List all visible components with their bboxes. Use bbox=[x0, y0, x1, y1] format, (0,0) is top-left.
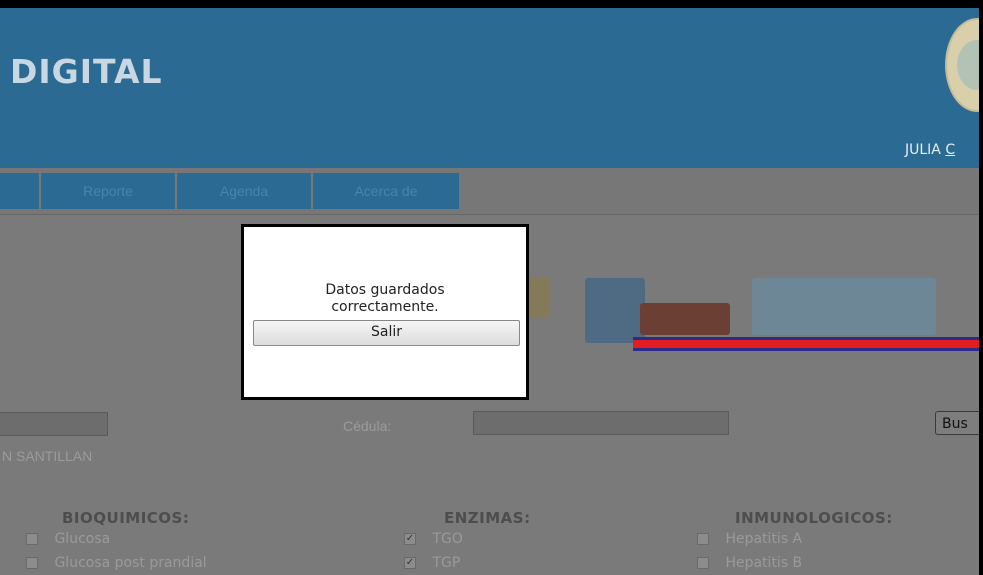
nav-bar: Reporte Agenda Acerca de bbox=[0, 168, 979, 215]
nav-item-hidden[interactable] bbox=[0, 173, 41, 209]
app-window: DIGITAL JULIA C Reporte Agenda Acerca de… bbox=[0, 0, 983, 575]
check-glucosa-post-prandial[interactable]: . Glucosa post prandial bbox=[26, 555, 207, 571]
check-glucosa[interactable]: . Glucosa bbox=[26, 531, 110, 547]
microscope-image bbox=[585, 278, 645, 343]
user-link[interactable]: C bbox=[945, 142, 955, 158]
dialog-message-line1: Datos guardados bbox=[325, 282, 445, 298]
user-name: JULIA bbox=[905, 142, 941, 158]
section-bioquimicos: BIOQUIMICOS: bbox=[62, 509, 190, 527]
check-label: TGP bbox=[432, 555, 461, 571]
banner-accent-bar bbox=[633, 337, 979, 351]
check-hepatitis-b[interactable]: . Hepatitis B bbox=[697, 555, 802, 571]
checkbox-checked[interactable]: ✓ bbox=[404, 557, 416, 569]
check-hepatitis-a[interactable]: . Hepatitis A bbox=[697, 531, 802, 547]
logo-emblem bbox=[957, 40, 979, 90]
checkbox[interactable] bbox=[697, 533, 709, 545]
lab-tubes-image bbox=[640, 303, 730, 335]
dialog-message: Datos guardados correctamente. bbox=[244, 282, 526, 316]
nav-item-reporte[interactable]: Reporte bbox=[41, 173, 177, 209]
checkbox[interactable] bbox=[26, 557, 38, 569]
success-dialog: Datos guardados correctamente. Salir bbox=[241, 224, 529, 400]
cedula-input[interactable] bbox=[473, 411, 729, 435]
checkbox[interactable] bbox=[697, 557, 709, 569]
app-title: DIGITAL bbox=[10, 52, 163, 91]
name-input[interactable] bbox=[0, 412, 108, 436]
nav-item-acerca-de[interactable]: Acerca de bbox=[313, 173, 461, 209]
checkbox-checked[interactable]: ✓ bbox=[404, 533, 416, 545]
search-button[interactable]: Bus bbox=[935, 411, 979, 435]
dialog-message-line2: correctamente. bbox=[331, 299, 439, 315]
section-enzimas: ENZIMAS: bbox=[444, 509, 531, 527]
section-inmunologicos: INMUNOLOGICOS: bbox=[735, 509, 893, 527]
check-label: Glucosa post prandial bbox=[54, 555, 207, 571]
user-info: JULIA C bbox=[905, 142, 955, 158]
check-label: TGO bbox=[432, 531, 463, 547]
check-label: Glucosa bbox=[54, 531, 111, 547]
nav-item-agenda[interactable]: Agenda bbox=[177, 173, 313, 209]
header-bar: DIGITAL JULIA C bbox=[0, 8, 979, 168]
check-tgp[interactable]: ✓. TGP bbox=[404, 555, 460, 571]
check-label: Hepatitis B bbox=[725, 555, 803, 571]
institution-logo bbox=[945, 18, 979, 112]
exit-button[interactable]: Salir bbox=[253, 320, 520, 346]
scientist-image bbox=[752, 278, 936, 335]
check-label: Hepatitis A bbox=[725, 531, 803, 547]
checkbox[interactable] bbox=[26, 533, 38, 545]
patient-name: N SANTILLAN bbox=[2, 448, 93, 464]
check-tgo[interactable]: ✓. TGO bbox=[404, 531, 463, 547]
cedula-label: Cédula: bbox=[343, 418, 392, 434]
